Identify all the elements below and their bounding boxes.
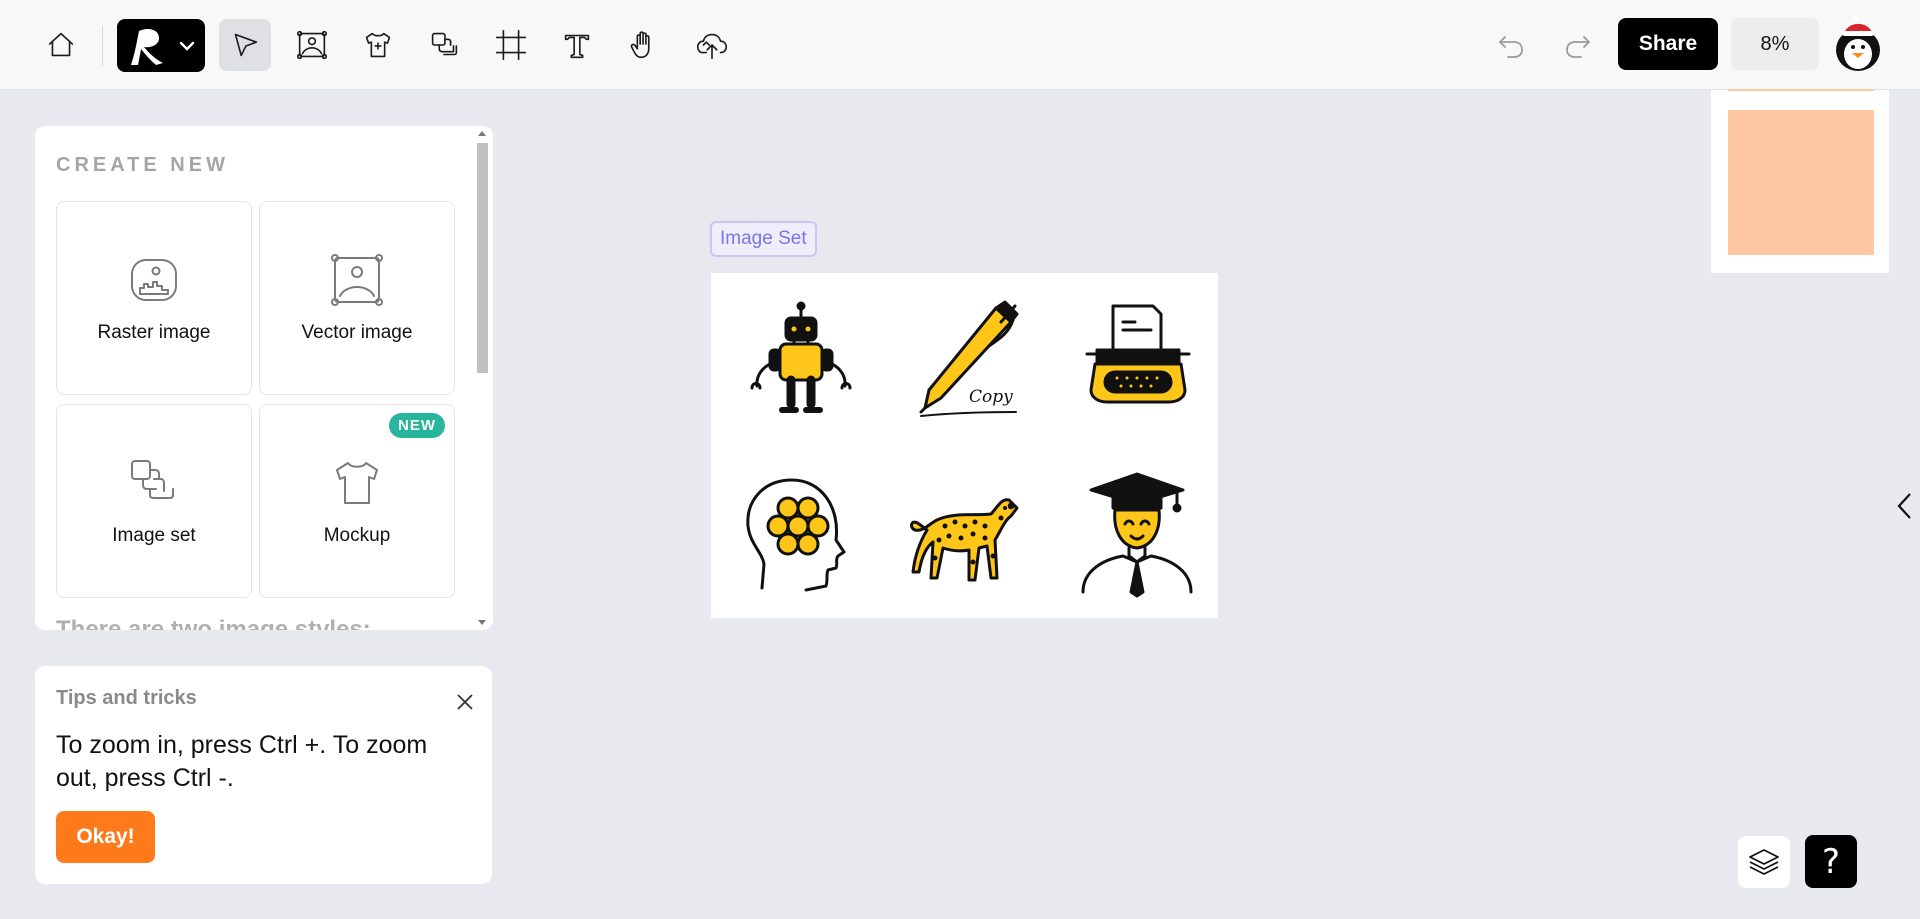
layers-icon [1749,849,1779,875]
pen-image: Copy [901,298,1031,428]
top-toolbar: Share 8% [0,0,1920,90]
vector-image-card[interactable]: Vector image [259,201,455,395]
new-badge: NEW [389,413,445,438]
raster-image-icon [126,252,182,308]
mockup-shirt-icon [329,455,385,511]
share-button[interactable]: Share [1618,18,1718,70]
mockup-label: Mockup [323,525,391,546]
image-set-icon[interactable] [418,19,470,71]
image-set-frame[interactable]: Copy [711,273,1218,618]
pen-caption: Copy [969,387,1013,407]
toolbar-divider [102,26,103,66]
close-icon[interactable] [453,690,477,714]
create-new-panel: CREATE NEW Raster image Vector image Ima… [35,126,493,630]
raster-image-card[interactable]: Raster image [56,201,252,395]
help-button[interactable]: ? [1805,835,1857,888]
mockup-card[interactable]: NEW Mockup [259,404,455,598]
image-set-label: Image set [112,525,196,546]
layers-button[interactable] [1738,836,1790,888]
avatar[interactable] [1832,16,1884,72]
mockup-shirt-icon[interactable] [352,19,404,71]
image-set-tag[interactable]: Image Set [710,221,817,257]
graduate-image [1073,468,1203,598]
tips-title: Tips and tricks [56,687,197,709]
zoom-level[interactable]: 8% [1731,18,1819,70]
scroll-down-arrow[interactable] [478,620,486,625]
chevron-down-icon [179,41,195,51]
redo-icon[interactable] [1558,25,1598,65]
tips-text: To zoom in, press Ctrl +. To zoom out, p… [56,731,428,792]
brain-head-image [736,468,866,598]
home-icon[interactable] [35,19,87,71]
logo-menu-button[interactable] [117,19,205,72]
chevron-left-icon[interactable] [1895,490,1915,522]
image-styles-text: There are two image styles: [56,616,371,630]
image-set-card[interactable]: Image set [56,404,252,598]
tips-panel: Tips and tricks To zoom in, press Ctrl +… [35,666,492,884]
robot-image [736,298,866,428]
create-new-heading: CREATE NEW [56,154,229,176]
select-arrow-icon[interactable] [219,19,271,71]
okay-button[interactable]: Okay! [56,811,155,863]
vector-image-label: Vector image [301,322,413,343]
logo-icon [131,28,163,65]
crop-frame-icon[interactable] [485,19,537,71]
peach-strip [1728,89,1874,91]
cheetah-image [901,468,1031,598]
image-set-icon [126,455,182,511]
typewriter-image [1073,298,1203,428]
vector-image-icon[interactable] [286,19,338,71]
peach-swatch[interactable] [1728,110,1874,255]
text-tool-icon[interactable] [551,19,603,71]
raster-image-label: Raster image [97,322,211,343]
upload-cloud-icon[interactable] [686,19,738,71]
undo-icon[interactable] [1491,25,1531,65]
scroll-up-arrow[interactable] [478,131,486,136]
scroll-thumb[interactable] [477,143,488,373]
hand-tool-icon[interactable] [618,19,670,71]
vector-image-icon [329,252,385,308]
